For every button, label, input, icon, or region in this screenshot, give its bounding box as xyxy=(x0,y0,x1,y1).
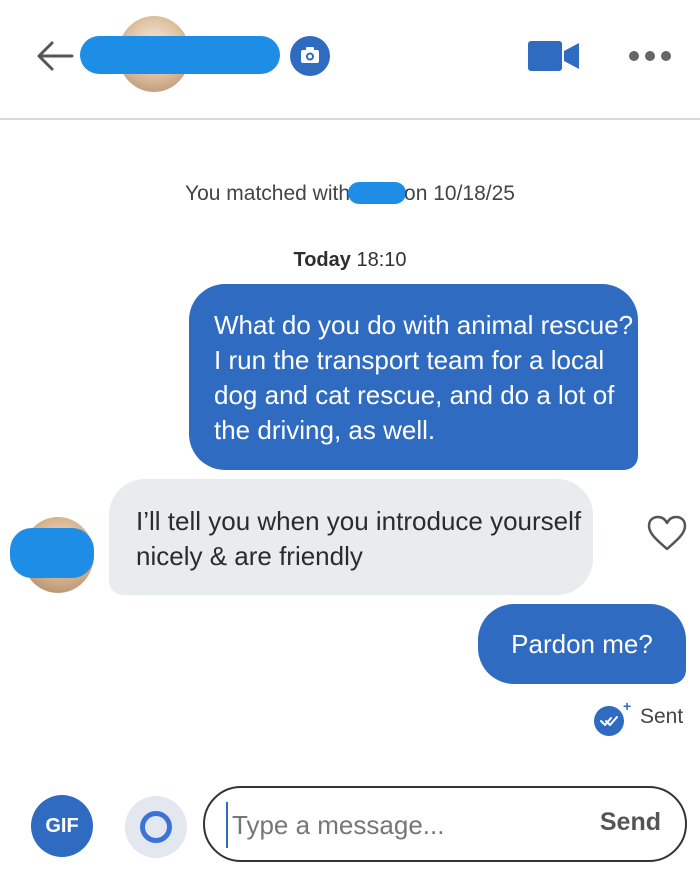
sparkle-icon: + xyxy=(623,698,632,714)
time-label: 18:10 xyxy=(356,249,407,271)
redacted-face xyxy=(10,528,94,578)
arrow-left-icon[interactable] xyxy=(34,38,74,74)
match-notice: You matched with on 10/18/25 xyxy=(0,182,700,206)
more-horizontal-icon[interactable] xyxy=(628,46,672,66)
redacted-name[interactable] xyxy=(80,36,280,74)
camera-icon[interactable] xyxy=(290,36,330,76)
incoming-message[interactable]: I’ll tell you when you introduce yoursel… xyxy=(109,479,593,595)
match-text-after: on 10/18/25 xyxy=(404,182,515,205)
camera-glyph xyxy=(301,47,319,63)
redacted-name xyxy=(348,182,407,204)
ring-icon[interactable] xyxy=(125,796,187,858)
gif-button[interactable]: GIF xyxy=(31,795,93,857)
check-glyph xyxy=(600,716,618,726)
outgoing-message[interactable]: What do you do with animal rescue? I run… xyxy=(189,284,638,470)
timestamp: Today 18:10 xyxy=(0,249,700,272)
match-text-before: You matched with xyxy=(185,182,351,205)
message-composer: Send xyxy=(203,786,687,862)
status-text: Sent xyxy=(640,705,684,728)
message-input[interactable] xyxy=(226,802,584,848)
double-check-icon xyxy=(594,706,624,736)
heart-outline-icon[interactable] xyxy=(646,514,688,552)
chat-header xyxy=(0,0,700,120)
send-button[interactable]: Send xyxy=(600,808,661,837)
day-label: Today xyxy=(293,249,351,271)
outgoing-message[interactable]: Pardon me? xyxy=(478,604,686,684)
sent-status: + Sent xyxy=(594,698,694,740)
video-camera-icon[interactable] xyxy=(528,40,580,72)
